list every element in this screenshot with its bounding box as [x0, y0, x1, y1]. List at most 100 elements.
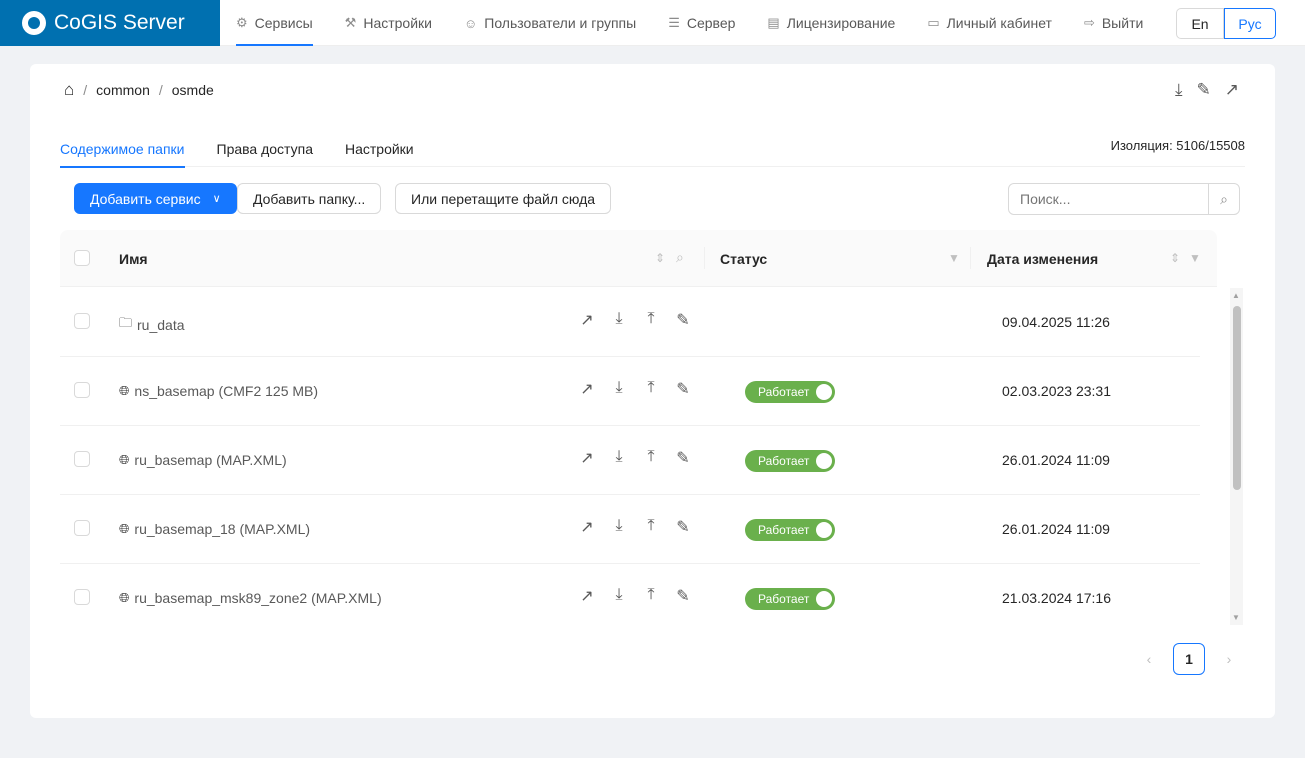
main-nav: ⚙ Сервисы ⚒ Настройки ☺ Пользователи и груп…: [236, 0, 1175, 46]
nav-label: Выйти: [1101, 15, 1144, 31]
nav-label: Лицензирование: [786, 15, 896, 31]
home-icon[interactable]: ⌂: [64, 80, 74, 100]
nav-account[interactable]: ▭ Личный кабинет: [927, 0, 1052, 46]
download-icon[interactable]: ⤓: [610, 310, 628, 330]
row-checkbox[interactable]: [74, 313, 90, 329]
status-toggle[interactable]: Работает: [745, 588, 835, 610]
download-icon[interactable]: ⤓: [610, 448, 628, 468]
status-text: Работает: [758, 385, 810, 399]
nav-services[interactable]: ⚙ Сервисы: [236, 0, 313, 46]
filter-icon[interactable]: ▼: [1189, 251, 1201, 265]
status-toggle[interactable]: Работает: [745, 381, 835, 403]
prev-page-button[interactable]: ‹: [1133, 643, 1165, 675]
breadcrumb-common[interactable]: common: [96, 82, 150, 98]
filter-icon[interactable]: ▼: [948, 251, 960, 265]
open-external-icon[interactable]: ↗: [578, 448, 596, 468]
top-header: CoGIS Server ⚙ Сервисы ⚒ Настройки ☺ Пользо…: [0, 0, 1305, 46]
scrollbar-thumb[interactable]: [1233, 306, 1241, 490]
download-icon[interactable]: ⤓: [610, 379, 628, 399]
row-date: 26.01.2024 11:09: [1002, 452, 1110, 468]
nav-users[interactable]: ☺ Пользователи и группы: [464, 0, 636, 46]
briefcase-icon: ▭: [927, 15, 940, 30]
nav-settings[interactable]: ⚒ Настройки: [345, 0, 432, 46]
nav-label: Пользователи и группы: [484, 15, 637, 31]
search-icon[interactable]: ⌕: [676, 249, 684, 266]
type-text: (CMF2 125 MB): [218, 383, 319, 399]
add-folder-button[interactable]: Добавить папку...: [237, 183, 382, 214]
row-checkbox[interactable]: [74, 589, 90, 605]
upload-icon[interactable]: ⤒: [642, 310, 660, 330]
search-button[interactable]: ⌕: [1208, 184, 1239, 214]
logo-icon: [22, 11, 46, 35]
download-icon[interactable]: ⤓: [610, 586, 628, 606]
status-text: Работает: [758, 592, 810, 606]
upload-icon[interactable]: ⤒: [642, 586, 660, 606]
lang-en-button[interactable]: En: [1176, 8, 1224, 39]
nav-server[interactable]: ☰ Сервер: [668, 0, 735, 46]
open-external-icon[interactable]: ↗: [578, 517, 596, 537]
breadcrumb-osmde: osmde: [171, 82, 214, 98]
page-1-button[interactable]: 1: [1173, 643, 1205, 675]
breadcrumb: ⌂ / common / osmde: [64, 80, 214, 100]
magic-wand-icon: ⚒: [344, 15, 357, 30]
search-input[interactable]: [1009, 184, 1208, 214]
tab-settings[interactable]: Настройки: [345, 130, 414, 167]
header-date[interactable]: Дата изменения: [987, 251, 1098, 267]
chevron-right-icon: ›: [1226, 651, 1232, 667]
add-service-label: Добавить сервис: [90, 190, 201, 207]
scroll-down-icon[interactable]: ▼: [1232, 613, 1240, 622]
table-row[interactable]: 🌐︎ ru_basemap (MAP.XML) ↗ ⤓ ⤒ ✎ Работает 26.…: [60, 426, 1200, 495]
row-name[interactable]: 🗀 ru_data: [119, 314, 185, 336]
sort-icon[interactable]: ⇕: [1170, 251, 1180, 265]
row-name[interactable]: 🌐︎ ru_basemap_msk89_zone2 (MAP.XML): [119, 590, 382, 606]
nav-licensing[interactable]: ▤ Лицензирование: [767, 0, 895, 46]
upload-icon[interactable]: ⤒: [642, 448, 660, 468]
tab-permissions[interactable]: Права доступа: [217, 130, 313, 167]
table-row[interactable]: 🌐︎ ru_basemap_msk89_zone2 (MAP.XML) ↗ ⤓ ⤒ ✎ …: [60, 564, 1200, 625]
status-toggle[interactable]: Работает: [745, 450, 835, 472]
tab-contents[interactable]: Содержимое папки: [60, 130, 185, 168]
upload-icon[interactable]: ⤒: [642, 517, 660, 537]
download-icon[interactable]: ⤓: [610, 517, 628, 537]
open-external-icon[interactable]: ↗: [578, 310, 596, 330]
edit-icon[interactable]: ✎: [674, 379, 692, 399]
header-status[interactable]: Статус: [720, 251, 767, 267]
logo[interactable]: CoGIS Server: [0, 0, 220, 46]
open-external-icon[interactable]: ↗: [1225, 80, 1239, 100]
status-toggle[interactable]: Работает: [745, 519, 835, 541]
open-external-icon[interactable]: ↗: [578, 586, 596, 606]
next-page-button[interactable]: ›: [1213, 643, 1245, 675]
open-external-icon[interactable]: ↗: [578, 379, 596, 399]
row-name[interactable]: 🌐︎ ns_basemap (CMF2 125 MB): [119, 383, 318, 399]
table-row[interactable]: 🗀 ru_data ↗ ⤓ ⤒ ✎ 09.04.2025 11:26: [60, 288, 1200, 357]
table-row[interactable]: 🌐︎ ns_basemap (CMF2 125 MB) ↗ ⤓ ⤒ ✎ Работает…: [60, 357, 1200, 426]
sort-icon[interactable]: ⇕: [655, 251, 665, 265]
user-icon: ☺: [463, 15, 478, 31]
scroll-up-icon[interactable]: ▲: [1232, 291, 1240, 300]
select-all-checkbox[interactable]: [74, 250, 90, 266]
edit-icon[interactable]: ✎: [674, 586, 692, 606]
folder-icon: 🗀: [119, 315, 133, 330]
edit-icon[interactable]: ✎: [674, 517, 692, 537]
edit-icon[interactable]: ✎: [674, 448, 692, 468]
lang-ru-button[interactable]: Рус: [1224, 8, 1276, 39]
add-service-button[interactable]: Добавить сервис ∨: [74, 183, 237, 214]
drop-file-button[interactable]: Или перетащите файл сюда: [395, 183, 612, 214]
edit-icon[interactable]: ✎: [674, 310, 692, 330]
table-header: Имя ⇕ ⌕ Статус ▼ Дата изменения ⇕ ▼: [60, 230, 1217, 287]
row-name[interactable]: 🌐︎ ru_basemap_18 (MAP.XML): [119, 521, 310, 537]
nav-logout[interactable]: ⇨ Выйти: [1084, 0, 1143, 46]
type-text: (MAP.XML): [239, 521, 311, 537]
row-name[interactable]: 🌐︎ ru_basemap (MAP.XML): [119, 452, 287, 468]
row-checkbox[interactable]: [74, 382, 90, 398]
edit-icon[interactable]: ✎: [1197, 80, 1211, 100]
logout-icon: ⇨: [1083, 15, 1095, 30]
table-scrollbar[interactable]: ▲ ▼: [1230, 288, 1243, 625]
download-icon[interactable]: ⤓: [1175, 80, 1183, 100]
header-name[interactable]: Имя: [119, 251, 148, 267]
upload-icon[interactable]: ⤒: [642, 379, 660, 399]
nav-label: Настройки: [363, 15, 432, 31]
table-row[interactable]: 🌐︎ ru_basemap_18 (MAP.XML) ↗ ⤓ ⤒ ✎ Работает …: [60, 495, 1200, 564]
row-checkbox[interactable]: [74, 520, 90, 536]
row-checkbox[interactable]: [74, 451, 90, 467]
